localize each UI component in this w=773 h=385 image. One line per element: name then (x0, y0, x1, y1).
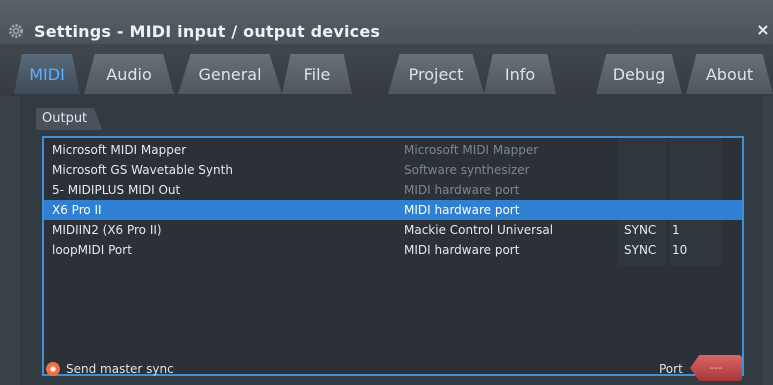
tab-bar: MIDI Audio General File Project Info Deb… (0, 44, 773, 96)
device-name: MIDIIN2 (X6 Pro II) (52, 223, 162, 237)
device-name: Microsoft MIDI Mapper (52, 143, 187, 157)
port-selector[interactable]: --- (690, 355, 742, 381)
device-sync[interactable]: SYNC (624, 220, 656, 240)
tab-label: Audio (106, 64, 152, 84)
title-bar: Settings - MIDI input / output devices × (0, 0, 773, 44)
tab-file[interactable]: File (282, 54, 352, 94)
device-name: X6 Pro II (52, 203, 102, 217)
tab-label: Info (504, 64, 536, 84)
tab-label: General (198, 64, 262, 84)
device-name: loopMIDI Port (52, 243, 132, 257)
close-button[interactable]: × (755, 20, 771, 40)
device-port[interactable]: 1 (672, 220, 680, 240)
device-row[interactable]: loopMIDI Port MIDI hardware port SYNC 10 (44, 240, 742, 260)
close-icon: × (756, 20, 770, 39)
output-footer: Send master sync Port --- (20, 354, 763, 385)
device-sync[interactable]: SYNC (624, 240, 656, 260)
tab-label: About (705, 64, 754, 84)
tab-label: Debug (612, 64, 666, 84)
device-type: Mackie Control Universal (404, 223, 554, 237)
device-name: 5- MIDIPLUS MIDI Out (52, 183, 181, 197)
device-row[interactable]: Microsoft GS Wavetable Synth Software sy… (44, 160, 742, 180)
tab-midi[interactable]: MIDI (14, 54, 80, 94)
device-port[interactable]: 10 (672, 240, 687, 260)
device-row-selected[interactable]: X6 Pro II MIDI hardware port (44, 200, 742, 220)
device-row[interactable]: 5- MIDIPLUS MIDI Out MIDI hardware port (44, 180, 742, 200)
tab-about[interactable]: About (686, 54, 773, 94)
settings-panel: Output Microsoft MIDI Mapper Microsoft M… (20, 96, 763, 385)
output-section-label: Output (36, 108, 102, 130)
tab-project[interactable]: Project (388, 54, 484, 94)
device-type: MIDI hardware port (404, 183, 520, 197)
window-title: Settings - MIDI input / output devices (34, 22, 381, 41)
device-name: Microsoft GS Wavetable Synth (52, 163, 233, 177)
tab-general[interactable]: General (178, 54, 282, 94)
tab-info[interactable]: Info (484, 54, 556, 94)
output-device-list[interactable]: Microsoft MIDI Mapper Microsoft MIDI Map… (42, 136, 744, 376)
device-type: Software synthesizer (404, 163, 530, 177)
send-master-sync-toggle[interactable]: Send master sync (46, 360, 174, 378)
send-master-sync-label: Send master sync (66, 362, 174, 376)
device-row[interactable]: Microsoft MIDI Mapper Microsoft MIDI Map… (44, 140, 742, 160)
port-label: Port (659, 362, 683, 376)
gear-icon (9, 24, 23, 38)
tab-audio[interactable]: Audio (84, 54, 174, 94)
device-type: MIDI hardware port (404, 243, 520, 257)
tab-debug[interactable]: Debug (596, 54, 682, 94)
device-type: MIDI hardware port (404, 203, 520, 217)
device-row[interactable]: MIDIIN2 (X6 Pro II) Mackie Control Unive… (44, 220, 742, 240)
tab-label: File (303, 64, 331, 84)
radio-indicator-icon (46, 362, 60, 376)
device-type: Microsoft MIDI Mapper (404, 143, 539, 157)
tab-label: Project (408, 64, 464, 84)
tab-label: MIDI (29, 64, 65, 84)
